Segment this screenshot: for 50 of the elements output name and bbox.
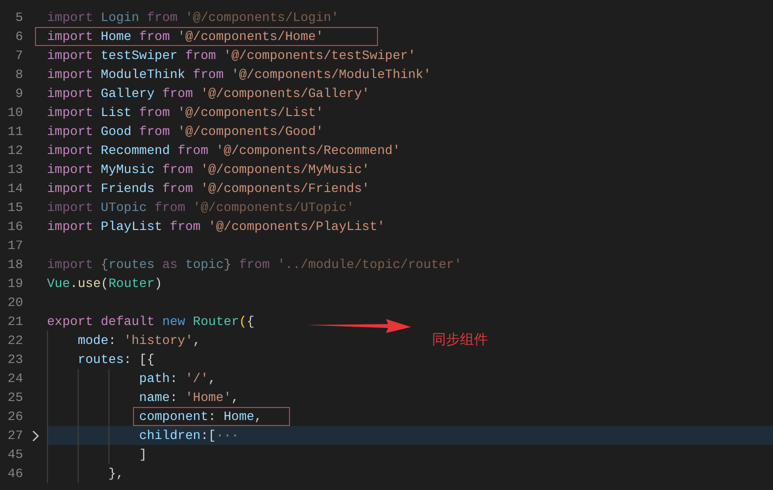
code-line: routes: [{ xyxy=(78,352,154,367)
line-number: 13 xyxy=(6,162,23,177)
line-number: 22 xyxy=(6,333,23,348)
code-line: Vue.use(Router) xyxy=(47,276,162,291)
line-number: 17 xyxy=(6,238,23,253)
line-number: 19 xyxy=(6,276,23,291)
code-line: import ModuleThink from '@/components/ModuleThink' xyxy=(47,67,431,82)
code-line: import Recommend from '@/components/Recommend' xyxy=(47,143,400,158)
chevron-icon[interactable] xyxy=(31,430,39,440)
line-number: 15 xyxy=(6,200,23,215)
code-line: mode: 'history', xyxy=(78,333,201,348)
line-number: 5 xyxy=(14,10,23,25)
line-number: 20 xyxy=(6,295,23,310)
line-number: 25 xyxy=(6,390,23,405)
code-line: export default new Router({ xyxy=(47,314,254,329)
line-number: 21 xyxy=(6,314,23,329)
code-line: component: Home, xyxy=(135,409,288,424)
line-number: 6 xyxy=(14,29,23,44)
line-number: 18 xyxy=(6,257,23,272)
code-line: import MyMusic from '@/components/MyMusic' xyxy=(47,162,370,177)
line-number: 23 xyxy=(6,352,23,367)
line-number: 9 xyxy=(14,86,23,101)
code-line: }, xyxy=(108,466,124,481)
line-number: 26 xyxy=(6,409,23,424)
line-number: 14 xyxy=(6,181,23,196)
line-number: 7 xyxy=(14,48,23,63)
line-number: 24 xyxy=(6,371,23,386)
line-number: 45 xyxy=(6,447,23,462)
code-line: import List from '@/components/List' xyxy=(47,105,324,120)
code-line: children:[··· xyxy=(139,428,239,443)
code-line: import testSwiper from '@/components/testSwiper' xyxy=(47,48,416,63)
code-line: path: '/', xyxy=(139,371,216,386)
code-line: import PlayList from '@/components/PlayList' xyxy=(47,219,385,234)
line-number: 10 xyxy=(6,105,23,120)
annotation-label: 同步组件 xyxy=(432,331,488,349)
code-line: import Good from '@/components/Good' xyxy=(47,124,324,139)
line-number: 27 xyxy=(6,428,23,443)
code-line: import Home from '@/components/Home' xyxy=(37,29,376,44)
code-line: name: 'Home', xyxy=(139,390,239,405)
code-line: ] xyxy=(139,447,147,462)
code-line: import {routes as topic} from '../module/topic/router' xyxy=(47,257,462,272)
line-number: 16 xyxy=(6,219,23,234)
line-number: 12 xyxy=(6,143,23,158)
code-line: import Gallery from '@/components/Gallery' xyxy=(47,86,370,101)
code-line: import Login from '@/components/Login' xyxy=(47,10,339,25)
line-number: 8 xyxy=(14,67,23,82)
code-line: import Friends from '@/components/Friends' xyxy=(47,181,370,196)
code-line: import UTopic from '@/components/UTopic' xyxy=(47,200,354,215)
line-number: 46 xyxy=(6,466,23,481)
line-number: 11 xyxy=(6,124,23,139)
